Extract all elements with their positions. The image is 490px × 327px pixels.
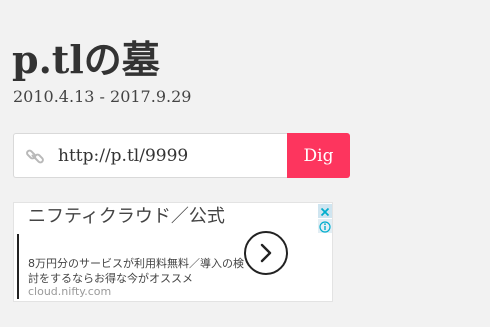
close-icon[interactable]: [318, 204, 332, 218]
dig-button[interactable]: Dig: [287, 133, 350, 178]
ad-banner: ニフティクラウド／公式 8万円分のサービスが利用料無料／導入の検討をするならお得…: [13, 202, 333, 302]
ad-domain: cloud.nifty.com: [28, 285, 112, 298]
ad-headline: ニフティクラウド／公式: [28, 206, 225, 227]
link-icon: [24, 145, 46, 167]
site-title: p.tlの墓: [12, 37, 160, 82]
ad-description: 8万円分のサービスが利用料無料／導入の検討をするならお得な今がオススメ: [28, 257, 244, 285]
site-dates: 2010.4.13 - 2017.9.29: [13, 87, 192, 106]
dig-form: Dig: [13, 133, 350, 178]
info-icon[interactable]: [318, 219, 332, 233]
url-input[interactable]: [58, 134, 280, 177]
ad-link[interactable]: ニフティクラウド／公式 8万円分のサービスが利用料無料／導入の検討をするならお得…: [14, 203, 332, 301]
ad-accent-bar: [17, 234, 19, 299]
chevron-right-icon[interactable]: [244, 231, 288, 275]
url-input-box: [13, 133, 288, 178]
